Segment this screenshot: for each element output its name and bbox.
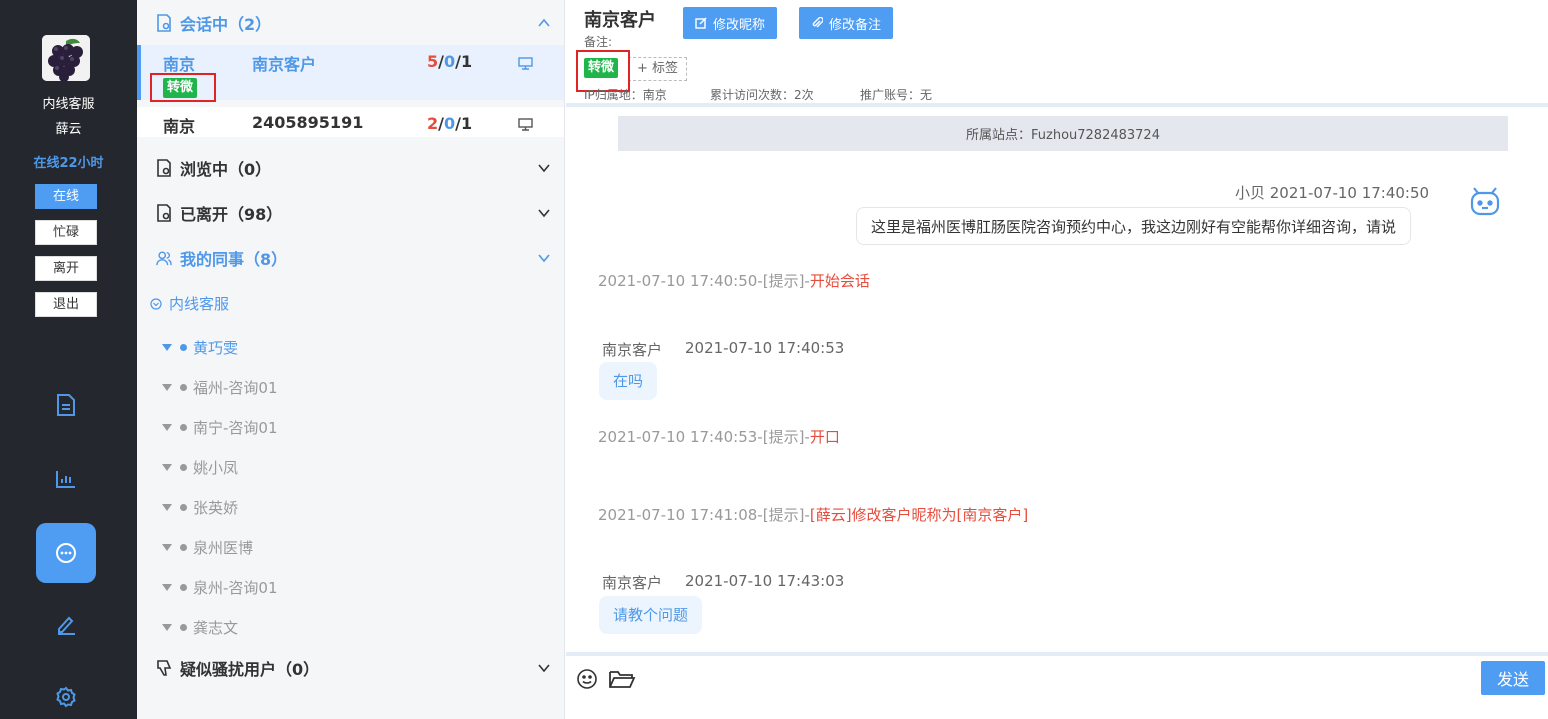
colleague-item[interactable]: 南宁-咨询01 bbox=[162, 417, 278, 438]
colleague-item[interactable]: 泉州医博 bbox=[162, 537, 253, 558]
desktop-icon bbox=[518, 118, 533, 131]
customer-message-bubble: 请教个问题 bbox=[599, 596, 703, 634]
customer-title: 南京客户 bbox=[584, 10, 656, 31]
session-city: 南京 bbox=[163, 55, 196, 74]
colleague-item[interactable]: 龚志文 bbox=[162, 617, 238, 638]
edit-icon bbox=[695, 17, 707, 29]
session-name: 南京客户 bbox=[252, 55, 317, 74]
session-count: 2/0/1 bbox=[427, 114, 473, 133]
system-notice: 2021-07-10 17:40:53-[提示]-开口 bbox=[598, 428, 840, 446]
ip-location: IP归属地：南京 bbox=[584, 88, 667, 102]
agent-message-bubble: 这里是福州医博肛肠医院咨询预约中心，我这边刚好有空能帮你详细咨询，请说 bbox=[856, 207, 1412, 245]
promo-account: 推广账号：无 bbox=[860, 88, 933, 102]
edit-icon[interactable] bbox=[52, 610, 80, 638]
chevron-up-icon[interactable] bbox=[537, 16, 551, 30]
desktop-icon bbox=[518, 57, 533, 70]
colleague-item[interactable]: 黄巧雯 bbox=[162, 337, 238, 358]
visit-count: 累计访问次数：2次 bbox=[710, 88, 814, 102]
chart-icon[interactable] bbox=[52, 465, 80, 493]
customer-message-bubble: 在吗 bbox=[599, 362, 658, 400]
chat-icon[interactable] bbox=[36, 523, 96, 583]
session-item[interactable]: 南京 2405895191 2/0/1 bbox=[137, 107, 564, 137]
agent-name: 薛云 bbox=[55, 122, 82, 137]
status-away-button[interactable]: 离开 bbox=[35, 256, 97, 281]
system-notice: 2021-07-10 17:40:50-[提示]-开始会话 bbox=[598, 272, 870, 290]
collapse-circle-icon bbox=[150, 297, 162, 310]
colleague-item[interactable]: 张英娇 bbox=[162, 497, 238, 518]
logout-button[interactable]: 退出 bbox=[35, 292, 97, 317]
colleagues-icon bbox=[156, 249, 172, 267]
customer-msg-sender: 南京客户 bbox=[602, 574, 663, 592]
customer-msg-time: 2021-07-10 17:43:03 bbox=[685, 572, 845, 590]
highlight-box bbox=[150, 73, 216, 102]
paperclip-icon bbox=[812, 17, 823, 28]
section-chatting[interactable]: 会话中（2） bbox=[137, 8, 565, 38]
main-nav: 内线客服 薛云 在线22小时 在线 忙碌 离开 退出 bbox=[0, 0, 137, 719]
session-name: 2405895191 bbox=[252, 113, 364, 132]
chevron-down-icon[interactable] bbox=[537, 251, 551, 265]
status-online-button[interactable]: 在线 bbox=[35, 184, 97, 209]
header-divider bbox=[566, 103, 1548, 107]
edit-remark-button[interactable]: 修改备注 bbox=[799, 7, 894, 39]
chevron-down-icon[interactable] bbox=[537, 161, 551, 175]
edit-nickname-button[interactable]: 修改昵称 bbox=[683, 7, 778, 39]
left-icon bbox=[156, 204, 172, 222]
chevron-down-icon[interactable] bbox=[537, 661, 551, 675]
session-count: 5/0/1 bbox=[427, 52, 473, 71]
section-colleagues[interactable]: 我的同事（8） bbox=[137, 243, 565, 273]
session-city: 南京 bbox=[163, 117, 196, 136]
session-list-panel: 会话中（2） 南京 南京客户 5/0/1 转微 南京 2405895191 2/… bbox=[137, 0, 565, 719]
session-icon bbox=[156, 14, 172, 32]
system-notice: 2021-07-10 17:41:08-[提示]-[薛云]修改客户昵称为[南京客… bbox=[598, 506, 1029, 524]
emoji-icon[interactable] bbox=[575, 667, 599, 691]
chat-panel: 南京客户 修改昵称 修改备注 备注: 转微 + 标签 IP归属地：南京 累计访问… bbox=[566, 0, 1548, 719]
status-busy-button[interactable]: 忙碌 bbox=[35, 220, 97, 245]
online-duration: 在线22小时 bbox=[33, 156, 104, 171]
document-icon[interactable] bbox=[52, 391, 80, 419]
add-tag-button[interactable]: + 标签 bbox=[628, 57, 688, 81]
colleague-item[interactable]: 姚小凤 bbox=[162, 457, 238, 478]
agent-avatar[interactable] bbox=[42, 35, 90, 81]
chevron-down-icon[interactable] bbox=[537, 206, 551, 220]
customer-msg-time: 2021-07-10 17:40:53 bbox=[685, 339, 845, 357]
section-left[interactable]: 已离开（98） bbox=[137, 198, 565, 228]
customer-msg-sender: 南京客户 bbox=[602, 341, 663, 359]
colleague-item[interactable]: 福州-咨询01 bbox=[162, 377, 278, 398]
input-divider bbox=[566, 652, 1548, 656]
remark-label: 备注: bbox=[584, 35, 613, 49]
site-banner: 所属站点：Fuzhou7282483724 bbox=[618, 116, 1508, 151]
section-harass[interactable]: 疑似骚扰用户（0） bbox=[137, 653, 565, 683]
colleague-group[interactable]: 内线客服 bbox=[150, 293, 229, 314]
colleague-item[interactable]: 泉州-咨询01 bbox=[162, 577, 278, 598]
thumbs-down-icon bbox=[156, 659, 172, 677]
settings-icon[interactable] bbox=[52, 683, 80, 711]
agent-msg-meta: 小贝 2021-07-10 17:40:50 bbox=[1235, 184, 1430, 202]
browsing-icon bbox=[156, 159, 172, 177]
folder-icon[interactable] bbox=[608, 667, 636, 691]
send-button[interactable]: 发送 bbox=[1481, 661, 1545, 695]
agent-group: 内线客服 bbox=[42, 97, 95, 112]
robot-avatar-icon bbox=[1470, 187, 1500, 216]
section-browsing[interactable]: 浏览中（0） bbox=[137, 153, 565, 183]
